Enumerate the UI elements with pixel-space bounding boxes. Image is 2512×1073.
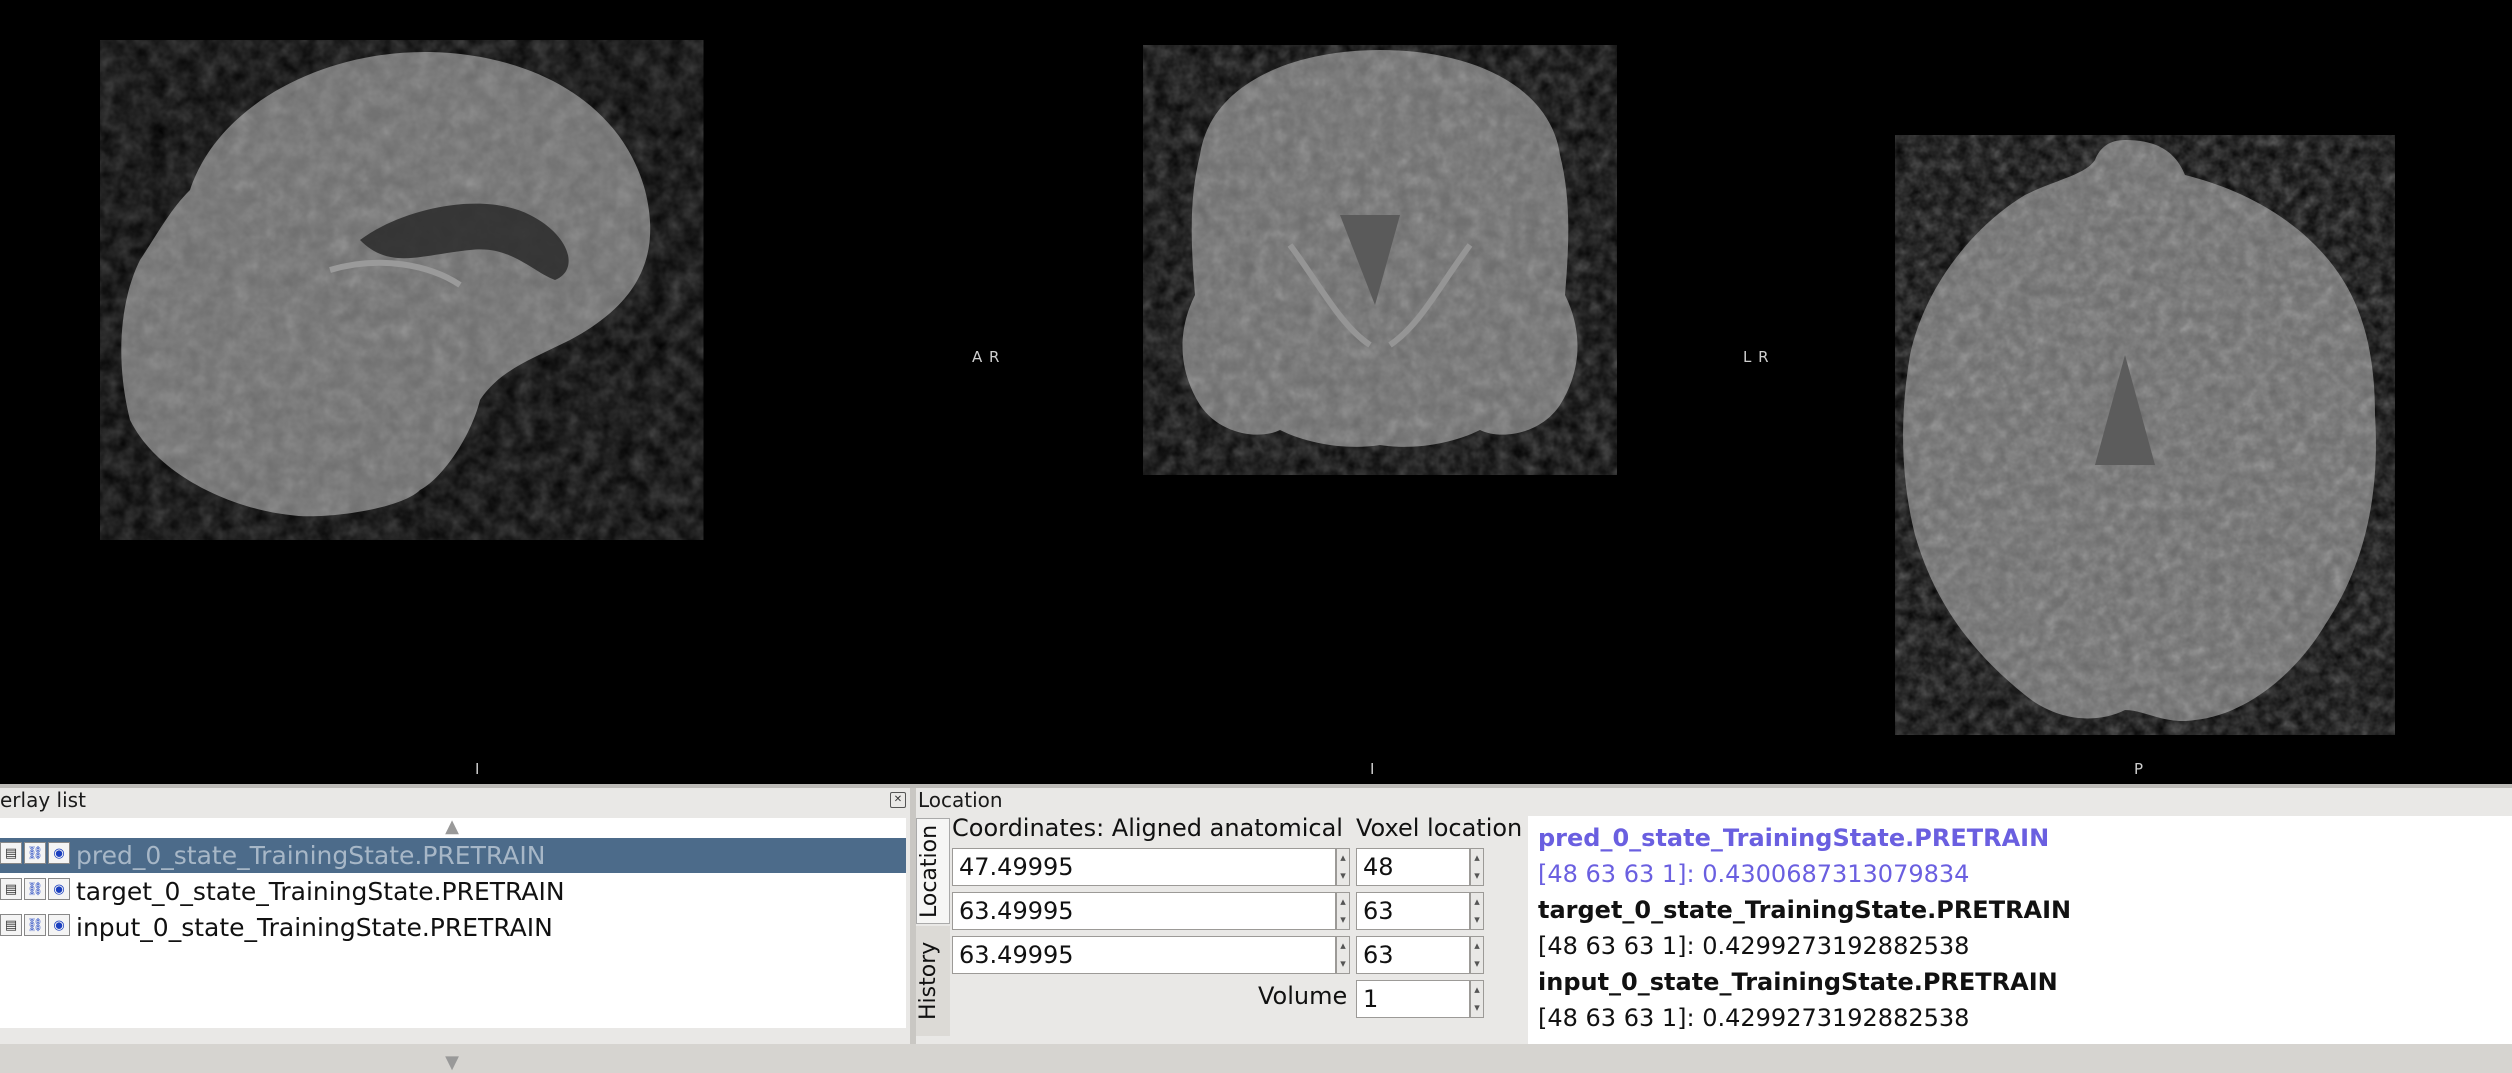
axial-posterior-label: P bbox=[2134, 760, 2145, 778]
voxel-x-field[interactable]: 48 bbox=[1356, 848, 1470, 886]
link-icon[interactable]: ⛓ bbox=[24, 878, 46, 900]
location-panel-title: Location bbox=[918, 788, 1003, 812]
eye-icon[interactable]: ◉ bbox=[48, 914, 70, 936]
info-pred-value: [48 63 63 1]: 0.4300687313079834 bbox=[1538, 860, 1970, 888]
axial-orientation-label: L R bbox=[1743, 348, 1770, 366]
coronal-orientation-label: A R bbox=[972, 348, 1001, 366]
info-target-name: target_0_state_TrainingState.PRETRAIN bbox=[1538, 896, 2072, 924]
overlay-item-pred[interactable]: ▤ ⛓ ◉ pred_0_state_TrainingState.PRETRAI… bbox=[0, 838, 906, 873]
location-panel: Location Location History Coordinates: A… bbox=[916, 788, 2512, 1044]
coronal-slice[interactable] bbox=[1140, 45, 1620, 475]
voxel-z-field[interactable]: 63 bbox=[1356, 936, 1470, 974]
overlay-list-panel: erlay list ✕ ▲ ▤ ⛓ ◉ pred_0_state_Traini… bbox=[0, 788, 910, 1073]
volume-field[interactable]: 1 bbox=[1356, 980, 1470, 1018]
overlay-item-label: input_0_state_TrainingState.PRETRAIN bbox=[76, 913, 553, 942]
coord-z-field[interactable]: 63.49995 bbox=[952, 936, 1336, 974]
tab-history[interactable]: History bbox=[916, 926, 950, 1036]
overlay-list[interactable]: ▲ ▤ ⛓ ◉ pred_0_state_TrainingState.PRETR… bbox=[0, 816, 906, 1073]
sagittal-slice[interactable] bbox=[100, 40, 760, 540]
overlay-item-target[interactable]: ▤ ⛓ ◉ target_0_state_TrainingState.PRETR… bbox=[0, 874, 906, 909]
info-input-value: [48 63 63 1]: 0.4299273192882538 bbox=[1538, 1004, 1970, 1032]
coord-x-field[interactable]: 47.49995 bbox=[952, 848, 1336, 886]
coord-y-field[interactable]: 63.49995 bbox=[952, 892, 1336, 930]
info-input-name: input_0_state_TrainingState.PRETRAIN bbox=[1538, 968, 2058, 996]
link-icon[interactable]: ⛓ bbox=[24, 842, 46, 864]
overlay-panel-title: erlay list bbox=[0, 788, 86, 812]
location-info-pane: pred_0_state_TrainingState.PRETRAIN [48 … bbox=[1528, 816, 2512, 1044]
voxel-x-spinner[interactable]: ▴ ▾ bbox=[1470, 848, 1484, 886]
sagittal-inferior-label: I bbox=[475, 760, 481, 778]
voxel-y-spinner[interactable]: ▴ ▾ bbox=[1470, 892, 1484, 930]
document-icon[interactable]: ▤ bbox=[0, 914, 22, 936]
volume-spinner[interactable]: ▴ ▾ bbox=[1470, 980, 1484, 1018]
coord-y-spinner[interactable]: ▴ ▾ bbox=[1336, 892, 1350, 930]
scroll-up-icon[interactable]: ▲ bbox=[440, 816, 464, 837]
link-icon[interactable]: ⛓ bbox=[24, 914, 46, 936]
overlay-item-label: target_0_state_TrainingState.PRETRAIN bbox=[76, 877, 565, 906]
info-target-value: [48 63 63 1]: 0.4299273192882538 bbox=[1538, 932, 1970, 960]
volume-label: Volume bbox=[1258, 982, 1348, 1010]
voxel-z-spinner[interactable]: ▴ ▾ bbox=[1470, 936, 1484, 974]
overlay-item-input[interactable]: ▤ ⛓ ◉ input_0_state_TrainingState.PRETRA… bbox=[0, 910, 906, 945]
coordinates-header: Coordinates: Aligned anatomical bbox=[952, 814, 1343, 842]
coronal-inferior-label: I bbox=[1370, 760, 1376, 778]
eye-icon[interactable]: ◉ bbox=[48, 878, 70, 900]
axial-slice[interactable] bbox=[1895, 135, 2395, 735]
info-pred-name: pred_0_state_TrainingState.PRETRAIN bbox=[1538, 824, 2050, 852]
tab-location[interactable]: Location bbox=[916, 818, 950, 924]
voxel-location-header: Voxel location bbox=[1356, 814, 1523, 842]
document-icon[interactable]: ▤ bbox=[0, 878, 22, 900]
coord-z-spinner[interactable]: ▴ ▾ bbox=[1336, 936, 1350, 974]
ortho-viewer[interactable]: I A R I L R P bbox=[0, 0, 2512, 784]
close-icon[interactable]: ✕ bbox=[890, 792, 906, 808]
document-icon[interactable]: ▤ bbox=[0, 842, 22, 864]
eye-icon[interactable]: ◉ bbox=[48, 842, 70, 864]
overlay-item-label: pred_0_state_TrainingState.PRETRAIN bbox=[76, 841, 546, 870]
coord-x-spinner[interactable]: ▴ ▾ bbox=[1336, 848, 1350, 886]
voxel-y-field[interactable]: 63 bbox=[1356, 892, 1470, 930]
scroll-down-icon[interactable]: ▼ bbox=[440, 1052, 464, 1073]
